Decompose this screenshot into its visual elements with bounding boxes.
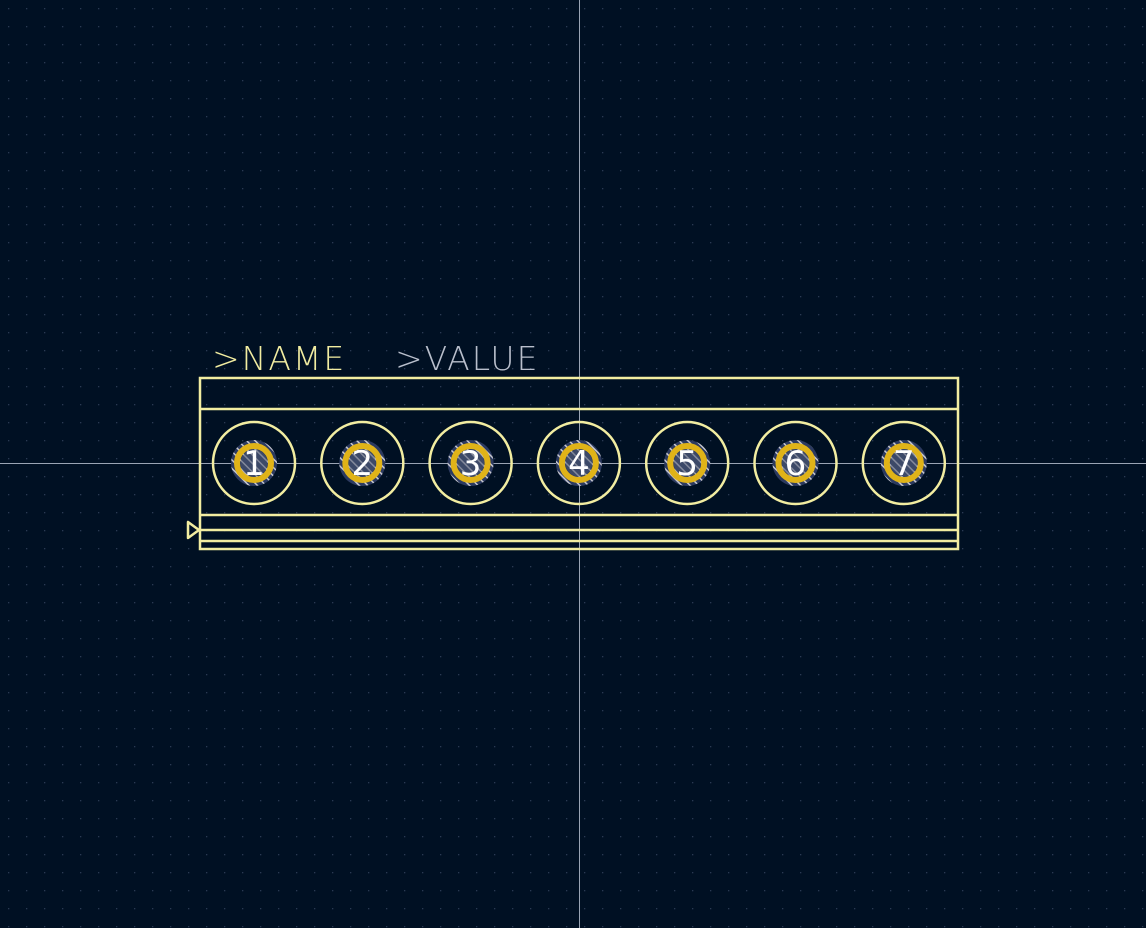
pad-number: 3 xyxy=(460,444,482,484)
pad-number: 5 xyxy=(676,444,698,484)
reference-label[interactable]: >NAME xyxy=(212,339,346,378)
pad-number: 2 xyxy=(351,444,373,484)
pcb-footprint-canvas[interactable]: >NAME >VALUE 1 2 3 4 5 6 7 xyxy=(0,0,1146,928)
pad-number: 7 xyxy=(893,444,915,484)
pad-number: 6 xyxy=(785,444,807,484)
value-label[interactable]: >VALUE xyxy=(395,339,539,378)
pad-number: 1 xyxy=(243,444,265,484)
pad-number: 4 xyxy=(568,444,590,484)
